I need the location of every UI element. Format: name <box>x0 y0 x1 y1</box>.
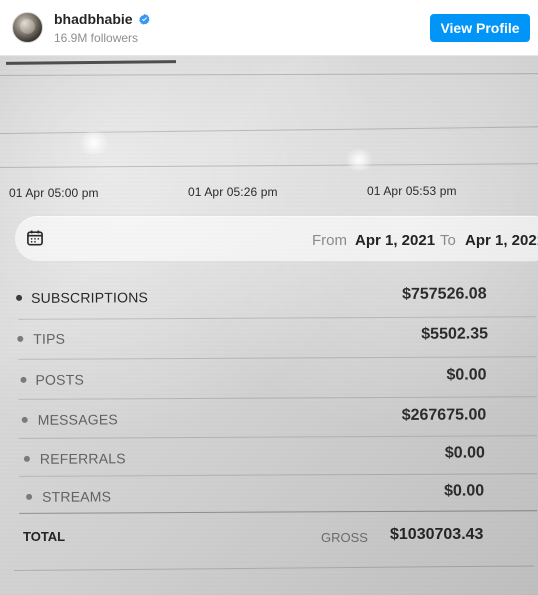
date-range-bar[interactable]: From Apr 1, 2021 To Apr 1, 2021 <box>14 215 538 262</box>
top-divider <box>5 60 177 65</box>
post-photo: 01 Apr 05:00 pm 01 Apr 05:26 pm 01 Apr 0… <box>0 55 538 595</box>
bottom-divider <box>13 565 534 571</box>
chart-grid-line <box>0 126 538 134</box>
time-label: 01 Apr 05:53 pm <box>367 184 457 198</box>
earning-label: TIPS <box>33 330 66 347</box>
earning-value: $0.00 <box>444 482 485 500</box>
earning-value: $0.00 <box>446 366 487 384</box>
chart-grid-line <box>0 73 538 76</box>
verified-badge-icon <box>138 13 151 26</box>
total-row: TOTAL GROSS $1030703.43 <box>0 516 538 556</box>
from-date[interactable]: Apr 1, 2021 <box>355 232 435 249</box>
total-value: $1030703.43 <box>390 526 484 543</box>
from-label: From <box>312 232 347 249</box>
bullet-dot <box>26 493 33 500</box>
bullet-dot <box>17 335 24 342</box>
earning-value: $757526.08 <box>402 285 487 303</box>
earning-row-messages: MESSAGES $267675.00 <box>1 404 538 439</box>
bullet-dot <box>23 455 30 462</box>
earning-label: STREAMS <box>42 488 112 505</box>
earning-label: POSTS <box>35 371 85 388</box>
username-row: bhadbhabie <box>54 11 151 27</box>
earning-label: REFERRALS <box>39 450 126 467</box>
calendar-icon[interactable] <box>25 228 45 248</box>
time-label: 01 Apr 05:00 pm <box>9 186 99 200</box>
followers-count: 16.9M followers <box>54 31 139 45</box>
earning-label: MESSAGES <box>37 411 118 428</box>
time-label: 01 Apr 05:26 pm <box>188 185 278 199</box>
chart-grid-line <box>0 163 538 168</box>
avatar[interactable] <box>12 12 43 43</box>
bullet-dot <box>20 376 27 383</box>
to-label: To <box>440 232 456 249</box>
earning-value: $0.00 <box>444 444 485 462</box>
to-date[interactable]: Apr 1, 2021 <box>465 232 538 249</box>
total-label: TOTAL <box>23 529 66 544</box>
instagram-embed: bhadbhabie 16.9M followers View Profile … <box>0 0 538 595</box>
gross-label: GROSS <box>321 530 368 545</box>
earning-label: SUBSCRIPTIONS <box>31 289 149 306</box>
embed-header: bhadbhabie 16.9M followers View Profile <box>0 0 538 56</box>
row-divider <box>18 316 537 320</box>
light-glare <box>76 131 112 155</box>
bullet-dot <box>21 416 28 423</box>
username[interactable]: bhadbhabie <box>54 11 133 27</box>
earning-row-posts: POSTS $0.00 <box>0 364 538 399</box>
earning-row-tips: TIPS $5502.35 <box>0 323 538 358</box>
earnings-list: SUBSCRIPTIONS $757526.08 TIPS $5502.35 P… <box>0 282 538 555</box>
earning-value: $5502.35 <box>421 325 489 343</box>
light-glare <box>343 149 375 171</box>
earning-row-subscriptions: SUBSCRIPTIONS $757526.08 <box>0 282 538 317</box>
view-profile-button[interactable]: View Profile <box>430 14 530 42</box>
earning-value: $267675.00 <box>401 406 487 424</box>
bullet-dot <box>16 294 23 301</box>
